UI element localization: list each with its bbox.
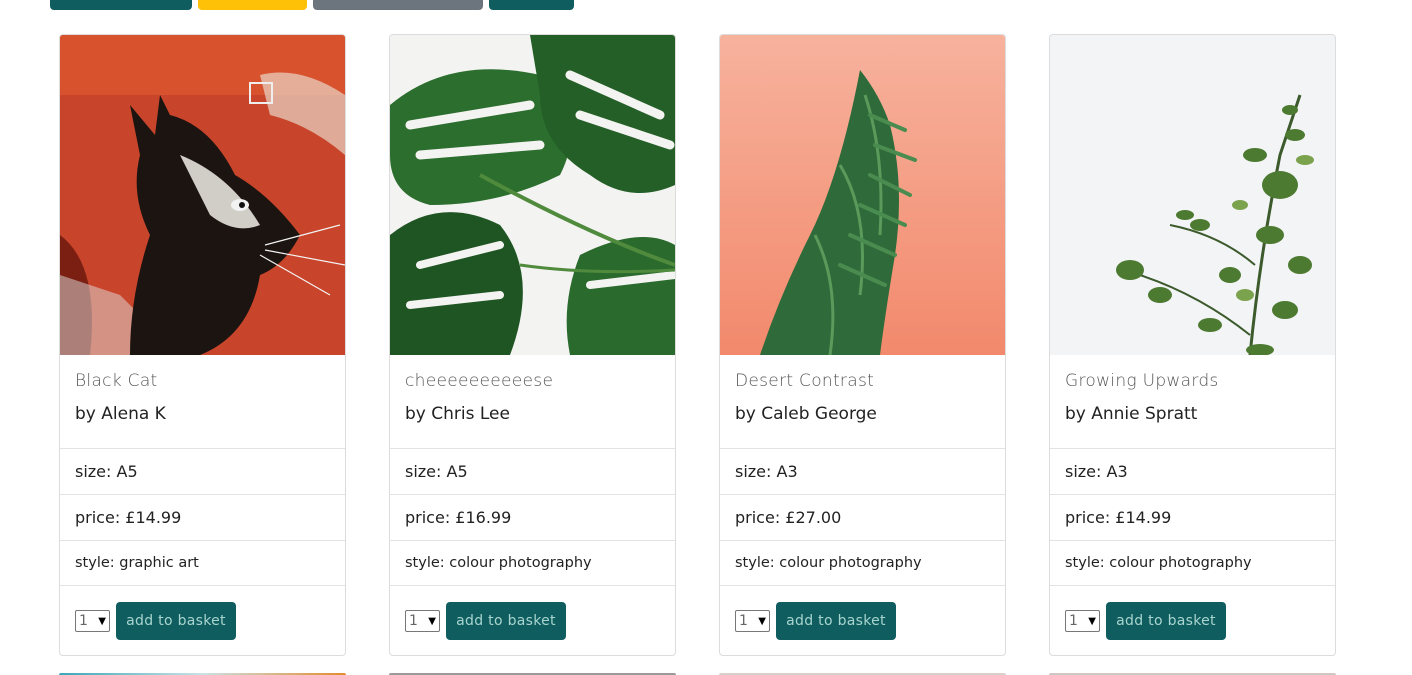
size-value: A5: [446, 462, 468, 481]
price-label: price:: [405, 508, 456, 527]
product-image-desert-contrast[interactable]: [720, 35, 1005, 355]
product-artist: by Alena K: [75, 404, 166, 424]
price-label: price:: [735, 508, 786, 527]
top-button-2[interactable]: [198, 0, 307, 10]
product-card: Desert Contrast by Caleb George size: A3…: [719, 34, 1006, 656]
price-value: £14.99: [125, 508, 182, 527]
chevron-down-icon: ▼: [758, 615, 766, 627]
chevron-down-icon: ▼: [98, 615, 106, 627]
size-label: size:: [1065, 462, 1107, 481]
price-value: £14.99: [1115, 508, 1172, 527]
chevron-down-icon: ▼: [1088, 615, 1096, 627]
top-button-4[interactable]: [489, 0, 574, 10]
quantity-select[interactable]: 1 ▼: [75, 610, 110, 632]
size-value: A3: [776, 462, 798, 481]
product-price-row: price: £14.99: [1050, 495, 1335, 541]
style-value: colour photography: [449, 555, 592, 571]
product-actions: 1 ▼ add to basket: [75, 602, 236, 640]
price-value: £16.99: [455, 508, 512, 527]
product-size-row: size: A5: [390, 449, 675, 495]
quantity-value: 1: [79, 613, 88, 629]
style-value: graphic art: [119, 555, 199, 571]
price-value: £27.00: [785, 508, 842, 527]
product-card: Black Cat by Alena K size: A5 price: £14…: [59, 34, 346, 656]
product-size-row: size: A3: [1050, 449, 1335, 495]
product-actions: 1 ▼ add to basket: [735, 602, 896, 640]
add-to-basket-button[interactable]: add to basket: [446, 602, 566, 640]
style-label: style:: [75, 555, 120, 571]
product-card-header: cheeeeeeeeeese by Chris Lee: [390, 355, 675, 449]
add-to-basket-button[interactable]: add to basket: [776, 602, 896, 640]
product-style-row: style: graphic art: [60, 541, 345, 586]
product-style-row: style: colour photography: [1050, 541, 1335, 586]
quantity-value: 1: [1069, 613, 1078, 629]
black-cat-artwork: [60, 35, 345, 355]
product-price-row: price: £14.99: [60, 495, 345, 541]
product-style-row: style: colour photography: [720, 541, 1005, 586]
product-card-header: Growing Upwards by Annie Spratt: [1050, 355, 1335, 449]
product-actions: 1 ▼ add to basket: [405, 602, 566, 640]
product-card: Growing Upwards by Annie Spratt size: A3…: [1049, 34, 1336, 656]
product-artist: by Chris Lee: [405, 404, 510, 424]
size-value: A3: [1106, 462, 1128, 481]
eucalyptus-artwork: [1050, 35, 1335, 355]
top-button-1[interactable]: [50, 0, 192, 10]
quantity-value: 1: [739, 613, 748, 629]
chevron-down-icon: ▼: [428, 615, 436, 627]
product-price-row: price: £16.99: [390, 495, 675, 541]
style-value: colour photography: [1109, 555, 1252, 571]
add-to-basket-button[interactable]: add to basket: [1106, 602, 1226, 640]
product-title: Growing Upwards: [1065, 371, 1219, 391]
quantity-value: 1: [409, 613, 418, 629]
style-label: style:: [405, 555, 450, 571]
desert-plant-artwork: [720, 35, 1005, 355]
size-label: size:: [405, 462, 447, 481]
style-value: colour photography: [779, 555, 922, 571]
size-label: size:: [735, 462, 777, 481]
quantity-select[interactable]: 1 ▼: [405, 610, 440, 632]
product-title: Black Cat: [75, 371, 158, 391]
quantity-select[interactable]: 1 ▼: [1065, 610, 1100, 632]
size-value: A5: [116, 462, 138, 481]
size-label: size:: [75, 462, 117, 481]
product-image-growing-upwards[interactable]: [1050, 35, 1335, 355]
product-price-row: price: £27.00: [720, 495, 1005, 541]
product-size-row: size: A5: [60, 449, 345, 495]
style-label: style:: [1065, 555, 1110, 571]
product-image-black-cat[interactable]: [60, 35, 345, 355]
product-title: cheeeeeeeeeese: [405, 371, 554, 391]
product-style-row: style: colour photography: [390, 541, 675, 586]
product-size-row: size: A3: [720, 449, 1005, 495]
product-card-header: Desert Contrast by Caleb George: [720, 355, 1005, 449]
product-card-header: Black Cat by Alena K: [60, 355, 345, 449]
product-artist: by Annie Spratt: [1065, 404, 1198, 424]
quantity-select[interactable]: 1 ▼: [735, 610, 770, 632]
price-label: price:: [1065, 508, 1116, 527]
monstera-artwork: [390, 35, 675, 355]
product-artist: by Caleb George: [735, 404, 877, 424]
product-image-cheeeeeeeeeese[interactable]: [390, 35, 675, 355]
product-title: Desert Contrast: [735, 371, 875, 391]
add-to-basket-button[interactable]: add to basket: [116, 602, 236, 640]
top-button-3[interactable]: [313, 0, 483, 10]
product-card: cheeeeeeeeeese by Chris Lee size: A5 pri…: [389, 34, 676, 656]
style-label: style:: [735, 555, 780, 571]
price-label: price:: [75, 508, 126, 527]
product-actions: 1 ▼ add to basket: [1065, 602, 1226, 640]
